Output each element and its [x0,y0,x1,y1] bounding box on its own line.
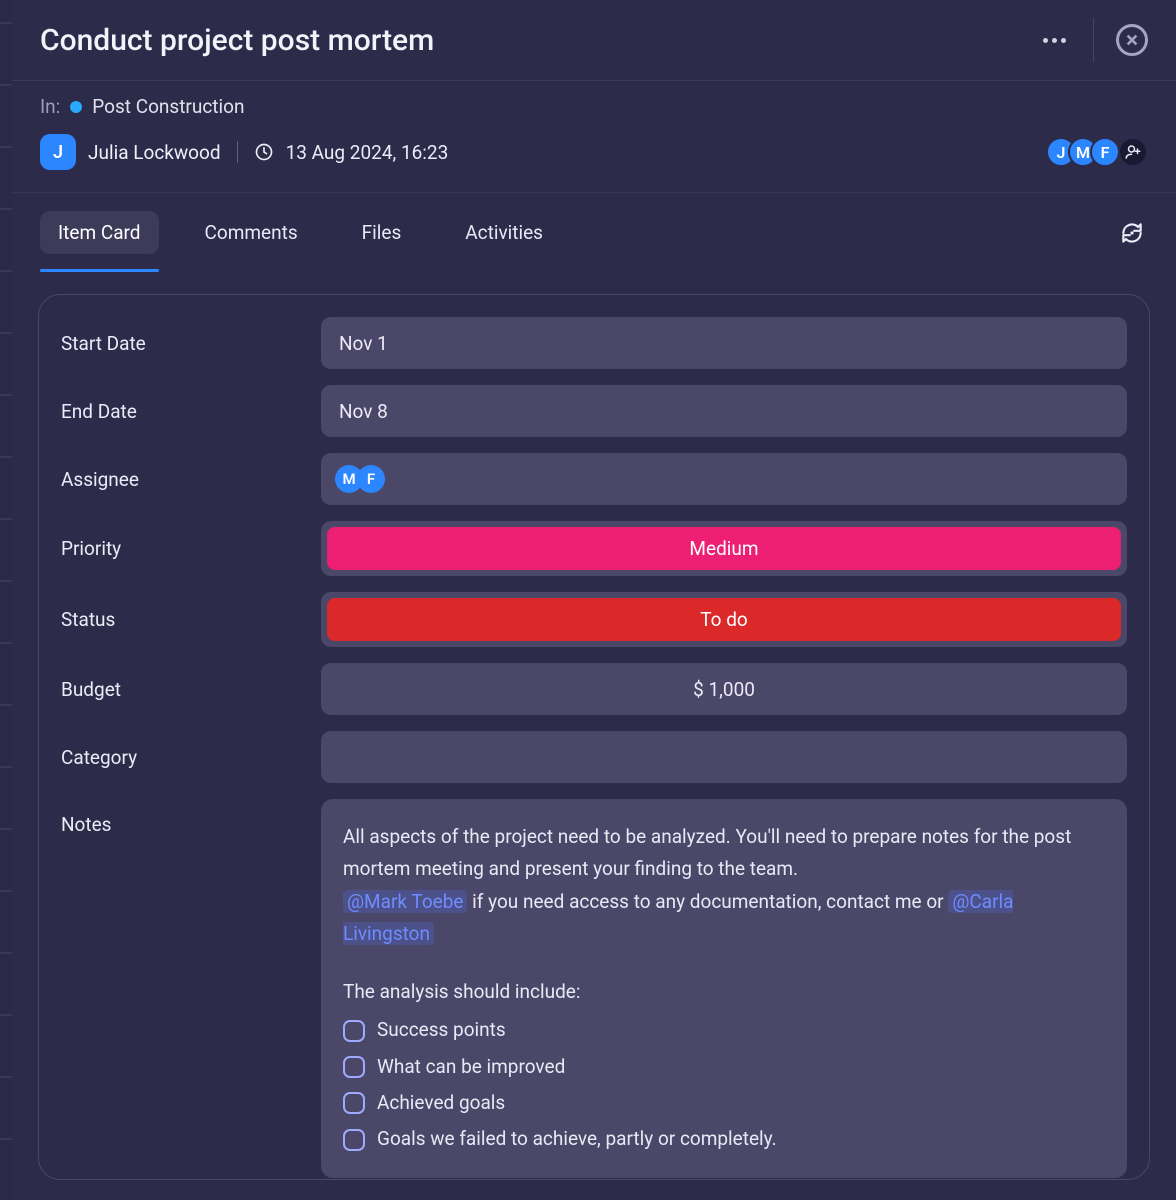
value-category[interactable] [321,731,1127,783]
tabs: Item Card Comments Files Activities [40,211,561,254]
close-button[interactable] [1116,24,1148,56]
tab-comments[interactable]: Comments [187,211,316,254]
tab-files[interactable]: Files [344,211,420,254]
section-color-dot [70,101,82,113]
task-detail-panel: Conduct project post mortem In: Post Con… [12,0,1176,1200]
header-actions [1037,18,1148,62]
location-row: In: Post Construction [40,95,1148,118]
row-priority: Priority Medium [61,521,1127,576]
label-notes: Notes [61,799,321,836]
participant-avatar[interactable]: F [1090,137,1120,167]
checklist-label: Goals we failed to achieve, partly or co… [377,1123,777,1155]
checklist-item: What can be improved [343,1051,1105,1083]
checklist-item: Success points [343,1014,1105,1046]
label-budget: Budget [61,678,321,701]
value-assignee[interactable]: M F [321,453,1127,505]
checklist-item: Achieved goals [343,1087,1105,1119]
value-priority-wrap[interactable]: Medium [321,521,1127,576]
header: Conduct project post mortem [12,0,1176,81]
checklist-label: What can be improved [377,1051,565,1083]
checkbox[interactable] [343,1092,365,1114]
add-person-icon [1124,143,1142,161]
value-end-date[interactable]: Nov 8 [321,385,1127,437]
value-budget[interactable]: $ 1,000 [321,663,1127,715]
checkbox[interactable] [343,1129,365,1151]
label-status: Status [61,608,321,631]
close-icon [1125,33,1139,47]
label-category: Category [61,746,321,769]
row-assignee: Assignee M F [61,453,1127,505]
owner-row: J Julia Lockwood 13 Aug 2024, 16:23 J M … [40,134,1148,170]
sync-icon [1119,220,1145,246]
status-pill: To do [327,598,1121,641]
timestamp: 13 Aug 2024, 16:23 [286,141,449,164]
divider [237,141,238,163]
notes-editor[interactable]: All aspects of the project need to be an… [321,799,1127,1178]
tabs-bar: Item Card Comments Files Activities [12,192,1176,254]
notes-text: if you need access to any documentation,… [467,890,948,913]
task-title: Conduct project post mortem [40,23,1037,58]
value-start-date[interactable]: Nov 1 [321,317,1127,369]
divider [1093,18,1094,62]
label-assignee: Assignee [61,468,321,491]
item-card: Start Date Nov 1 End Date Nov 8 Assignee… [38,294,1150,1180]
assignee-avatar: F [357,465,385,493]
row-notes: Notes All aspects of the project need to… [61,799,1127,1178]
section-name[interactable]: Post Construction [92,95,244,118]
row-start-date: Start Date Nov 1 [61,317,1127,369]
in-label: In: [40,95,60,118]
checklist-label: Achieved goals [377,1087,505,1119]
tab-activities[interactable]: Activities [447,211,561,254]
priority-pill: Medium [327,527,1121,570]
more-menu-button[interactable] [1037,23,1071,57]
owner-name[interactable]: Julia Lockwood [88,141,221,164]
sync-button[interactable] [1116,217,1148,249]
participants: J M F [1046,137,1148,167]
checkbox[interactable] [343,1020,365,1042]
label-end-date: End Date [61,400,321,423]
label-start-date: Start Date [61,332,321,355]
owner-avatar[interactable]: J [40,134,76,170]
checkbox[interactable] [343,1056,365,1078]
row-end-date: End Date Nov 8 [61,385,1127,437]
row-category: Category [61,731,1127,783]
row-budget: Budget $ 1,000 [61,663,1127,715]
notes-subheading: The analysis should include: [343,976,1105,1008]
notes-paragraph: All aspects of the project need to be an… [343,821,1105,950]
value-status-wrap[interactable]: To do [321,592,1127,647]
add-participant-button[interactable] [1118,137,1148,167]
label-priority: Priority [61,537,321,560]
checklist-item: Goals we failed to achieve, partly or co… [343,1123,1105,1155]
meta-bar: In: Post Construction J Julia Lockwood 1… [12,81,1176,176]
clock-icon [254,142,274,162]
mention-user[interactable]: @Mark Toebe [343,890,467,913]
app-left-strip [0,0,12,1200]
row-status: Status To do [61,592,1127,647]
tab-item-card[interactable]: Item Card [40,211,159,254]
checklist-label: Success points [377,1014,506,1046]
notes-text: All aspects of the project need to be an… [343,825,1071,880]
